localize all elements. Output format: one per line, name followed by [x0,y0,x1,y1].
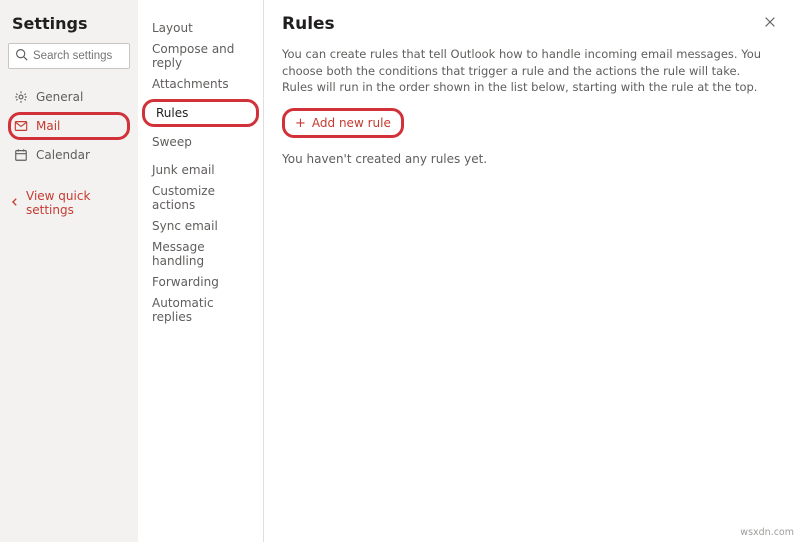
subnav-item-customize-actions[interactable]: Customize actions [138,184,263,212]
subnav-item-sync-email[interactable]: Sync email [138,212,263,240]
close-button[interactable] [758,12,782,36]
nav-item-mail[interactable]: Mail [8,112,130,140]
view-quick-settings-link[interactable]: View quick settings [8,189,130,217]
empty-state-message: You haven't created any rules yet. [282,152,782,166]
subnav-item-junk-email[interactable]: Junk email [138,156,263,184]
nav-item-label: General [36,90,83,104]
rules-description: You can create rules that tell Outlook h… [282,46,772,96]
add-rule-label: Add new rule [312,116,391,130]
subnav-item-forwarding[interactable]: Forwarding [138,268,263,296]
search-icon [15,48,28,64]
page-title: Settings [8,10,130,43]
subnav-item-compose-reply[interactable]: Compose and reply [138,42,263,70]
subnav-item-sweep[interactable]: Sweep [138,128,263,156]
main-panel: Rules You can create rules that tell Out… [264,0,800,542]
subnav-item-attachments[interactable]: Attachments [138,70,263,98]
mail-subnav: Layout Compose and reply Attachments Rul… [138,0,264,542]
watermark: wsxdn.com [740,527,794,538]
main-title: Rules [282,14,335,34]
subnav-item-layout[interactable]: Layout [138,14,263,42]
close-icon [763,15,777,33]
add-new-rule-button[interactable]: + Add new rule [282,108,404,138]
quick-settings-label: View quick settings [26,189,130,217]
nav-item-calendar[interactable]: Calendar [8,141,130,169]
subnav-item-message-handling[interactable]: Message handling [138,240,263,268]
chevron-left-icon [10,196,20,210]
calendar-icon [14,148,28,162]
subnav-item-automatic-replies[interactable]: Automatic replies [138,296,263,324]
search-input-wrap[interactable] [8,43,130,69]
nav-item-label: Calendar [36,148,90,162]
nav-item-label: Mail [36,119,60,133]
subnav-item-rules[interactable]: Rules [142,99,259,127]
settings-nav: Settings General Mail Calendar [0,0,138,542]
mail-icon [14,119,28,133]
plus-icon: + [295,117,306,130]
gear-icon [14,90,28,104]
nav-item-general[interactable]: General [8,83,130,111]
